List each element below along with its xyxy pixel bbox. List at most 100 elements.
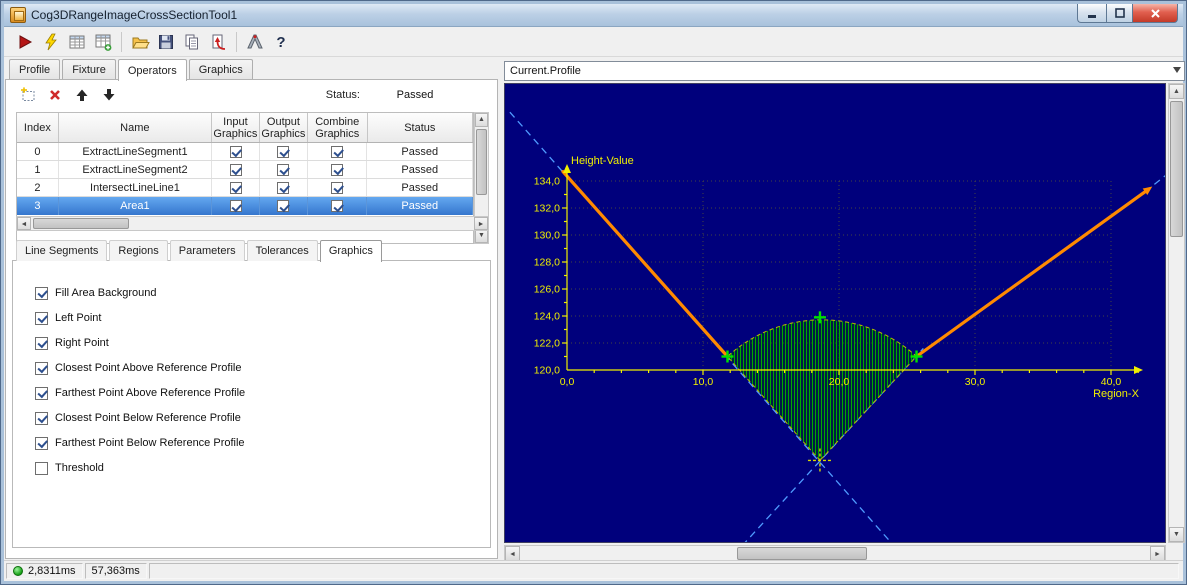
profile-selector[interactable]: Current.Profile [504,61,1185,81]
scroll-up-icon[interactable]: ▲ [475,113,488,127]
left-panel: ProfileFixtureOperatorsGraphics [5,59,498,559]
subtab-graphics[interactable]: Graphics [320,240,382,262]
status-bar: 2,8311ms 57,363ms [4,560,1183,581]
scroll-left-icon[interactable]: ◄ [17,217,31,230]
checkbox-label: Farthest Point Above Reference Profile [55,387,245,399]
operator-row-extractlinesegment1[interactable]: 0ExtractLineSegment1Passed [17,143,473,161]
combine-graphics-checkbox[interactable] [331,200,343,212]
checkbox[interactable] [35,287,48,300]
operator-row-area1[interactable]: 3Area1Passed [17,197,473,215]
main-tabstrip: ProfileFixtureOperatorsGraphics [9,59,255,80]
column-header-combine-graphics[interactable]: Combine Graphics [308,113,368,142]
table-vscroll-thumb[interactable] [476,129,487,195]
tab-operators[interactable]: Operators [118,59,187,81]
table-hscrollbar[interactable]: ◄ ► [16,216,489,231]
combine-graphics-checkbox[interactable] [331,164,343,176]
graphics-option-farthest-point-below-reference-profile[interactable]: Farthest Point Below Reference Profile [35,435,245,451]
subtab-regions[interactable]: Regions [109,240,167,261]
output-graphics-checkbox[interactable] [277,200,289,212]
input-graphics-checkbox[interactable] [230,146,242,158]
operators-toolbar: Status: Passed [6,84,497,106]
caliper-button[interactable] [242,29,268,55]
graphics-option-closest-point-above-reference-profile[interactable]: Closest Point Above Reference Profile [35,360,242,376]
chart-vscroll-thumb[interactable] [1170,101,1183,237]
copy-icon [182,32,202,52]
table-hscroll-thumb[interactable] [33,218,129,229]
area-region [727,320,916,461]
output-graphics-checkbox[interactable] [277,182,289,194]
move-up-button[interactable] [72,85,92,105]
graphics-option-left-point[interactable]: Left Point [35,310,101,326]
tab-fixture[interactable]: Fixture [62,59,116,80]
column-header-input-graphics[interactable]: Input Graphics [212,113,260,142]
checkbox[interactable] [35,337,48,350]
trigger-button[interactable] [38,29,64,55]
save-icon [156,32,176,52]
input-table-button[interactable] [90,29,116,55]
subtab-parameters[interactable]: Parameters [170,240,245,261]
tab-profile[interactable]: Profile [9,59,60,80]
move-down-button[interactable] [99,85,119,105]
checkbox[interactable] [35,387,48,400]
combine-graphics-checkbox[interactable] [331,182,343,194]
scroll-right-icon[interactable]: ► [1150,546,1165,561]
run-button[interactable] [12,29,38,55]
column-header-name[interactable]: Name [59,113,212,142]
tick-label: 128,0 [534,257,560,269]
column-header-status[interactable]: Status [368,113,473,142]
output-graphics-checkbox[interactable] [277,146,289,158]
copy-button[interactable] [179,29,205,55]
cell-name: IntersectLineLine1 [59,179,212,196]
tick-label: 132,0 [534,203,560,215]
chart-vscrollbar[interactable]: ▲ ▼ [1168,83,1185,543]
scroll-left-icon[interactable]: ◄ [505,546,520,561]
input-graphics-checkbox[interactable] [230,164,242,176]
tick-label: 0,0 [560,376,575,388]
combine-graphics-checkbox[interactable] [331,146,343,158]
graphics-option-threshold[interactable]: Threshold [35,460,104,476]
subtab-line-segments[interactable]: Line Segments [16,240,107,261]
input-graphics-checkbox[interactable] [230,200,242,212]
graphics-option-farthest-point-above-reference-profile[interactable]: Farthest Point Above Reference Profile [35,385,245,401]
total-time-panel: 57,363ms [85,563,147,579]
checkbox-label: Right Point [55,337,109,349]
column-header-output-graphics[interactable]: Output Graphics [260,113,308,142]
close-icon [1150,8,1161,19]
checkbox[interactable] [35,362,48,375]
minimize-button[interactable] [1077,4,1106,23]
scroll-up-icon[interactable]: ▲ [1169,84,1184,99]
tab-graphics[interactable]: Graphics [189,59,253,80]
checkbox[interactable] [35,312,48,325]
graphics-option-right-point[interactable]: Right Point [35,335,109,351]
scroll-down-icon[interactable]: ▼ [475,229,488,243]
checkbox[interactable] [35,462,48,475]
operator-row-extractlinesegment2[interactable]: 1ExtractLineSegment2Passed [17,161,473,179]
checkbox[interactable] [35,412,48,425]
chart-hscroll-thumb[interactable] [737,547,867,560]
operator-row-intersectlineline1[interactable]: 2IntersectLineLine1Passed [17,179,473,197]
graphics-option-closest-point-below-reference-profile[interactable]: Closest Point Below Reference Profile [35,410,241,426]
help-button[interactable]: ? [268,29,294,55]
output-graphics-checkbox[interactable] [277,164,289,176]
new-operator-icon [20,87,36,103]
import-button[interactable] [205,29,231,55]
scroll-right-icon[interactable]: ► [474,217,488,230]
column-header-index[interactable]: Index [17,113,59,142]
toolbar-separator [121,32,122,52]
tool-window: Cog3DRangeImageCrossSectionTool1 [0,0,1187,585]
new-operator-button[interactable] [18,85,38,105]
results-table-button[interactable] [64,29,90,55]
close-button[interactable] [1133,4,1178,23]
checkbox[interactable] [35,437,48,450]
scroll-down-icon[interactable]: ▼ [1169,527,1184,542]
graphics-option-fill-area-background[interactable]: Fill Area Background [35,285,157,301]
delete-operator-button[interactable] [45,85,65,105]
statusbar-filler [149,563,1179,579]
input-graphics-checkbox[interactable] [230,182,242,194]
save-button[interactable] [153,29,179,55]
open-file-button[interactable] [127,29,153,55]
maximize-button[interactable] [1106,4,1133,23]
subtab-tolerances[interactable]: Tolerances [247,240,318,261]
title-bar[interactable]: Cog3DRangeImageCrossSectionTool1 [4,4,1183,27]
run-icon [15,32,35,52]
